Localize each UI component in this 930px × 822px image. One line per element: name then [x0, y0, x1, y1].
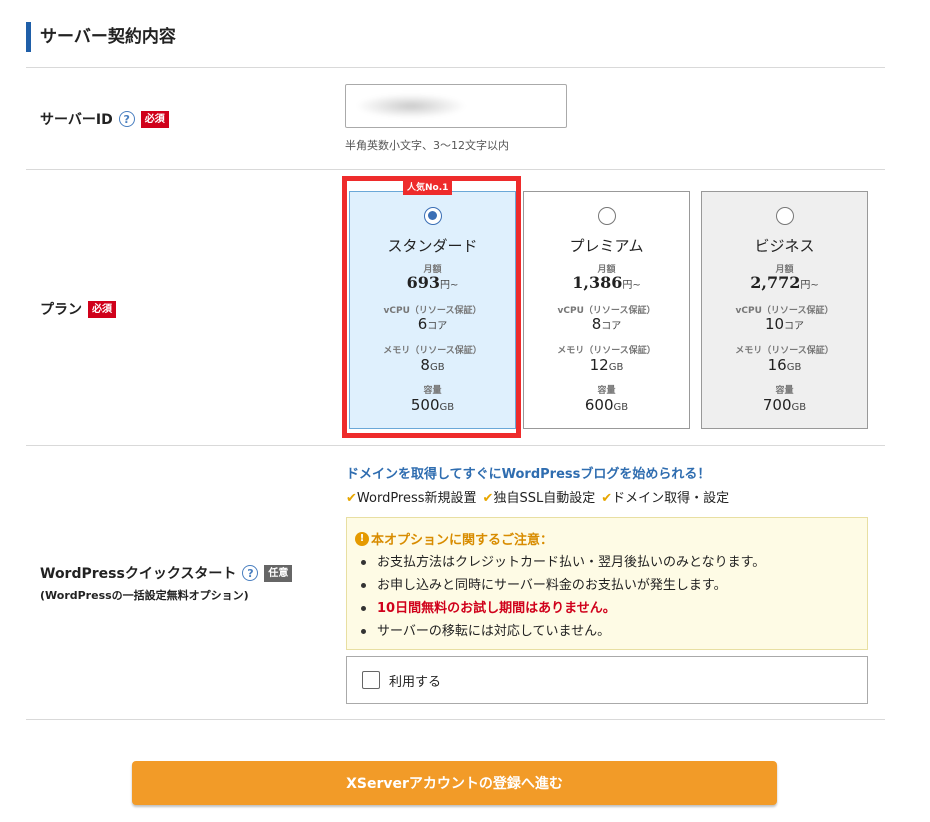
- use-checkbox[interactable]: [362, 671, 380, 689]
- plan-vcpu: 8コア: [591, 315, 622, 333]
- help-icon[interactable]: ?: [118, 111, 135, 127]
- wordpress-features: ✔WordPress新規設置 ✔独自SSL自動設定 ✔ドメイン取得・設定: [346, 487, 729, 506]
- notice-title: ! 本オプションに関するご注意：: [355, 529, 553, 548]
- wordpress-label: WordPressクイックスタート: [40, 566, 237, 582]
- server-id-label-group: サーバーID ? 必須: [40, 109, 169, 129]
- divider: [26, 719, 885, 720]
- plan-memory: 16GB: [767, 356, 802, 374]
- notice-item-warning: 10日間無料のお試し期間はありません。: [357, 597, 765, 620]
- check-icon: ✔: [601, 491, 613, 506]
- plan-label-group: プラン 必須: [40, 299, 116, 319]
- wordpress-label-group: WordPressクイックスタート ? 任意: [40, 563, 293, 583]
- radio-business[interactable]: [776, 207, 794, 225]
- plan-storage: 700GB: [762, 396, 807, 414]
- divider: [26, 169, 885, 170]
- storage-label: 容量: [423, 386, 442, 396]
- storage-label: 容量: [775, 386, 794, 396]
- notice-box: ! 本オプションに関するご注意： お支払方法はクレジットカード払い・翌月後払いの…: [346, 517, 868, 650]
- feature-item: ✔WordPress新規設置: [346, 491, 477, 506]
- plan-card-business[interactable]: ビジネス 月額 2,772円~ vCPU（リソース保証） 10コア メモリ（リソ…: [701, 191, 868, 429]
- memory-label: メモリ（リソース保証）: [383, 346, 482, 356]
- blurred-value: [346, 85, 476, 127]
- check-icon: ✔: [482, 491, 494, 506]
- memory-label: メモリ（リソース保証）: [557, 346, 656, 356]
- notice-item: お申し込みと同時にサーバー料金のお支払いが発生します。: [357, 574, 765, 597]
- plan-name: ビジネス: [754, 237, 815, 255]
- optional-badge: 任意: [264, 564, 293, 582]
- wordpress-sub-label: (WordPressの一括設定無料オプション): [40, 589, 249, 602]
- plan-storage: 500GB: [410, 396, 455, 414]
- plan-label: プラン: [40, 302, 82, 318]
- plan-vcpu: 6コア: [417, 315, 448, 333]
- plan-price: 693円~: [406, 273, 459, 292]
- section-title: サーバー契約内容: [26, 22, 176, 52]
- radio-premium[interactable]: [598, 207, 616, 225]
- divider: [26, 445, 885, 446]
- feature-item: ✔独自SSL自動設定: [482, 491, 596, 506]
- plan-price: 1,386円~: [572, 273, 641, 292]
- wordpress-headline: ドメインを取得してすぐにWordPressブログを始められる！: [346, 467, 711, 482]
- plan-vcpu: 10コア: [764, 315, 805, 333]
- notice-item: サーバーの移転には対応していません。: [357, 620, 765, 643]
- use-option-box[interactable]: 利用する: [346, 656, 868, 704]
- plan-card-standard[interactable]: スタンダード 月額 693円~ vCPU（リソース保証） 6コア メモリ（リソー…: [349, 191, 516, 429]
- plan-storage: 600GB: [584, 396, 629, 414]
- register-account-button[interactable]: XServerアカウントの登録へ進む: [132, 761, 777, 805]
- notice-item: お支払方法はクレジットカード払い・翌月後払いのみとなります。: [357, 551, 765, 574]
- plan-memory: 12GB: [589, 356, 624, 374]
- plan-price: 2,772円~: [750, 273, 819, 292]
- divider: [26, 67, 885, 68]
- check-icon: ✔: [346, 491, 357, 506]
- use-label[interactable]: 利用する: [389, 671, 441, 690]
- radio-standard[interactable]: [424, 207, 442, 225]
- required-badge: 必須: [88, 300, 116, 318]
- server-id-note: 半角英数小文字、3～12文字以内: [345, 139, 509, 152]
- exclamation-circle-icon: !: [355, 531, 369, 546]
- popular-tag: 人気No.1: [403, 181, 453, 195]
- plan-card-premium[interactable]: プレミアム 月額 1,386円~ vCPU（リソース保証） 8コア メモリ（リソ…: [523, 191, 690, 429]
- plan-name: スタンダード: [387, 237, 478, 255]
- help-icon[interactable]: ?: [242, 565, 259, 581]
- plan-memory: 8GB: [420, 356, 445, 374]
- notice-list: お支払方法はクレジットカード払い・翌月後払いのみとなります。 お申し込みと同時に…: [357, 551, 765, 643]
- plan-name: プレミアム: [569, 237, 644, 255]
- required-badge: 必須: [140, 110, 169, 128]
- storage-label: 容量: [597, 386, 616, 396]
- memory-label: メモリ（リソース保証）: [735, 346, 834, 356]
- server-id-label: サーバーID: [40, 112, 113, 128]
- server-id-input[interactable]: [345, 84, 567, 128]
- feature-item: ✔ドメイン取得・設定: [601, 491, 730, 506]
